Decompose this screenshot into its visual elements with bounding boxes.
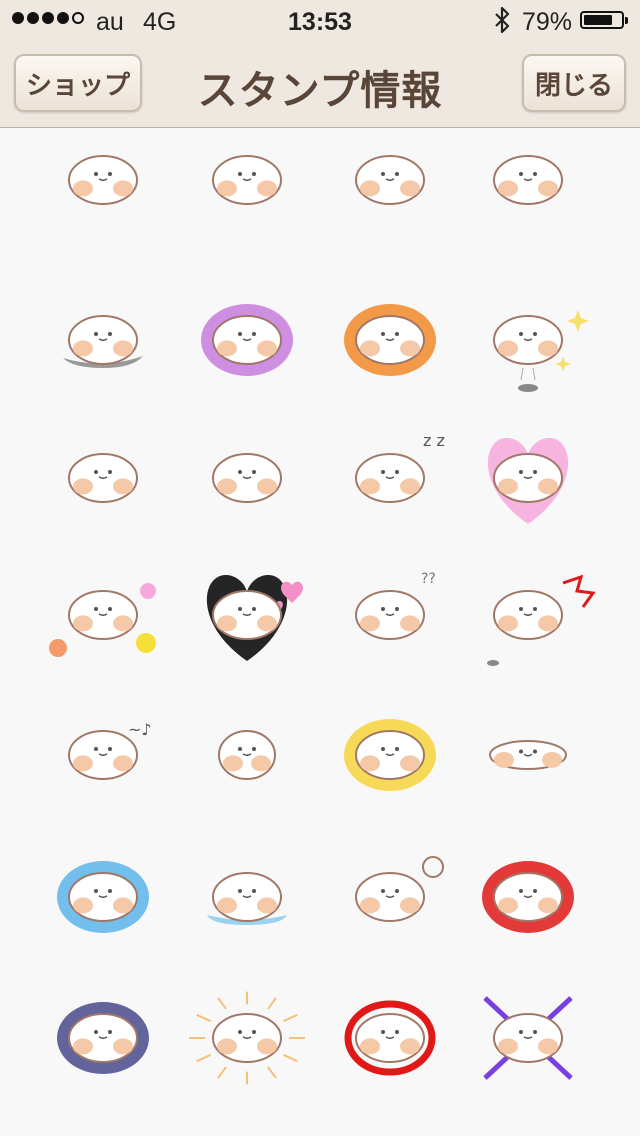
sticker-bean-humming[interactable]: ~♪ bbox=[28, 683, 178, 823]
bluetooth-icon bbox=[495, 6, 510, 34]
sticker-bean-flowers[interactable] bbox=[28, 543, 178, 683]
battery-percent: 79% bbox=[522, 8, 573, 36]
sticker-bean-smile[interactable] bbox=[28, 108, 178, 248]
battery-icon bbox=[580, 11, 628, 29]
svg-text:??: ?? bbox=[421, 571, 436, 587]
status-bar: au 4G 13:53 79% bbox=[0, 0, 640, 40]
sticker-bean-yellow-glow[interactable] bbox=[315, 683, 465, 823]
sticker-bean-shocked-purple[interactable] bbox=[172, 268, 322, 408]
shop-button[interactable]: ショップ bbox=[14, 54, 142, 112]
svg-text:z z: z z bbox=[423, 431, 445, 450]
sticker-bean-navy-gloomy[interactable] bbox=[28, 966, 178, 1106]
sticker-bean-grin[interactable] bbox=[315, 108, 465, 248]
sticker-bean-round-small[interactable] bbox=[172, 683, 322, 823]
sticker-bean-blue-sweat[interactable] bbox=[28, 825, 178, 965]
sticker-bean-flat-lying[interactable] bbox=[453, 683, 603, 823]
sticker-bean-sunshine[interactable] bbox=[172, 966, 322, 1106]
sticker-bean-dot-eyes[interactable] bbox=[172, 108, 322, 248]
sticker-bean-surprised-red[interactable] bbox=[453, 543, 603, 683]
sticker-grid: z z ?? ~♪ bbox=[0, 128, 640, 1136]
sticker-bean-love-hearts[interactable] bbox=[172, 543, 322, 683]
sticker-bean-jumping-sparkle[interactable] bbox=[453, 268, 603, 408]
sticker-bean-peeking-wall[interactable] bbox=[172, 406, 322, 546]
sticker-bean-purple-cross[interactable] bbox=[453, 966, 603, 1106]
sticker-bean-sleeping-zzz[interactable]: z z bbox=[315, 406, 465, 546]
sticker-bean-crying-puddle[interactable] bbox=[172, 825, 322, 965]
svg-text:~♪: ~♪ bbox=[128, 720, 152, 739]
sticker-bean-confused[interactable]: ?? bbox=[315, 543, 465, 683]
sticker-bean-on-gray-stone[interactable] bbox=[28, 268, 178, 408]
sticker-bean-sleepy-eyes[interactable] bbox=[453, 108, 603, 248]
sticker-bean-red-ring[interactable] bbox=[315, 966, 465, 1106]
sticker-bean-rolling-pair[interactable] bbox=[28, 406, 178, 546]
sticker-bean-red-angry[interactable] bbox=[453, 825, 603, 965]
sticker-bean-pink-heart[interactable] bbox=[453, 406, 603, 546]
close-button[interactable]: 閉じる bbox=[522, 54, 626, 112]
sticker-bean-thinking-bubble[interactable] bbox=[315, 825, 465, 965]
sticker-bean-happy-orange[interactable] bbox=[315, 268, 465, 408]
